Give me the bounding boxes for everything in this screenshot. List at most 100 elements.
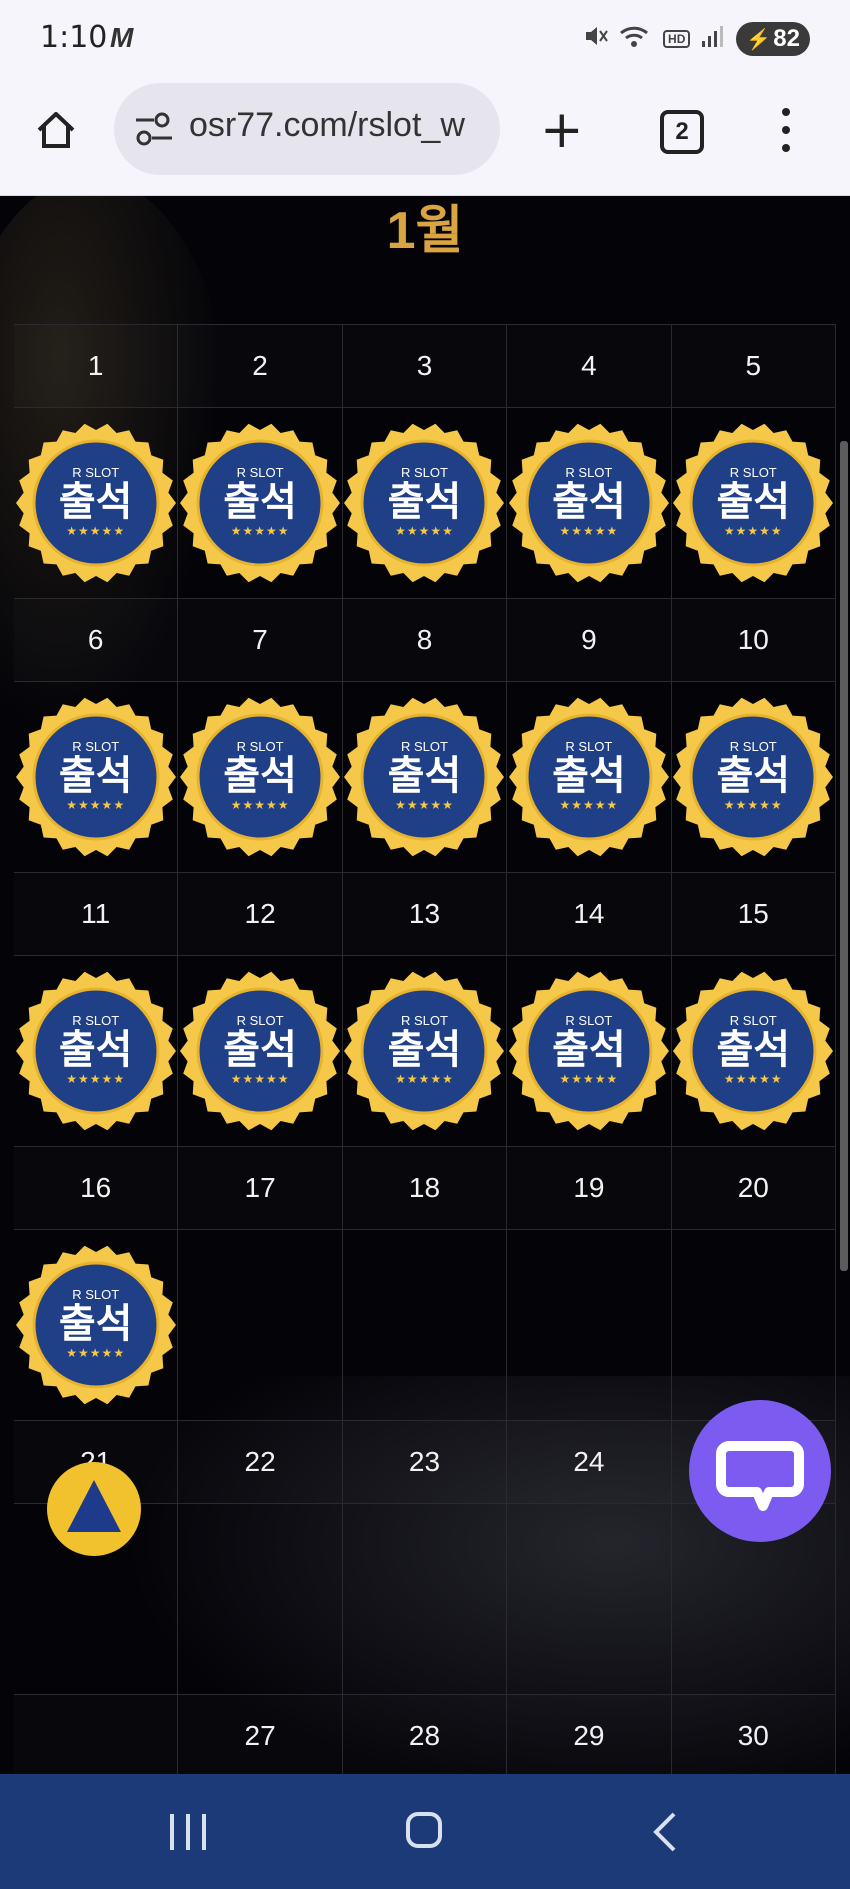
day-stamp-slot: R SLOT 출석 ★★★★★ (14, 681, 179, 872)
attendance-stamp-badge: R SLOT 출석 ★★★★★ (15, 970, 177, 1132)
badge-brand: R SLOT (401, 464, 448, 480)
week-day-row: 6 7 8 9 10 (14, 598, 836, 681)
badge-title: 출석 (552, 478, 626, 525)
badge-brand: R SLOT (401, 738, 448, 754)
badge-title: 출석 (58, 1300, 133, 1347)
day-stamp-slot (507, 1503, 672, 1694)
badge-stars: ★★★★★ (66, 797, 126, 812)
live-chat-button[interactable] (689, 1400, 831, 1542)
url-text[interactable]: osr77.com/rslot_w (189, 106, 465, 145)
home-icon[interactable] (34, 108, 78, 152)
battery-level: 82 (773, 25, 800, 52)
badge-stars: ★★★★★ (230, 797, 290, 812)
status-time: 1:10 (40, 20, 108, 55)
day-stamp-slot: R SLOT 출석 ★★★★★ (14, 407, 179, 598)
day-stamp-slot: R SLOT 출석 ★★★★★ (14, 1229, 179, 1420)
day-number: 12 (178, 872, 343, 955)
attendance-stamp-badge: R SLOT 출석 ★★★★★ (15, 1244, 177, 1406)
site-settings-icon[interactable] (134, 111, 174, 147)
day-stamp-slot: R SLOT 출석 ★★★★★ (342, 955, 508, 1146)
day-stamp-slot: R SLOT 출석 ★★★★★ (671, 955, 836, 1146)
day-stamp-slot (507, 1229, 672, 1420)
day-number: 11 (14, 872, 179, 955)
badge-brand: R SLOT (72, 1286, 120, 1302)
address-bar[interactable]: osr77.com/rslot_w (114, 83, 500, 175)
badge-stars: ★★★★★ (230, 1071, 290, 1086)
attendance-stamp-badge: R SLOT 출석 ★★★★★ (15, 696, 177, 858)
badge-brand: R SLOT (565, 738, 613, 754)
system-navigation-bar (0, 1774, 850, 1889)
badge-brand: R SLOT (72, 1012, 120, 1028)
day-stamp-slot: R SLOT 출석 ★★★★★ (507, 407, 672, 598)
attendance-stamp-badge: R SLOT 출석 ★★★★★ (343, 696, 505, 858)
day-number: 23 (342, 1420, 508, 1503)
week-stamp-row: R SLOT 출석 ★★★★★ (14, 1229, 836, 1420)
attendance-stamp-badge: R SLOT 출석 ★★★★★ (672, 970, 834, 1132)
badge-title: 출석 (58, 1026, 133, 1073)
day-number: 20 (671, 1146, 836, 1229)
badge-brand: R SLOT (729, 1012, 777, 1028)
day-stamp-slot: R SLOT 출석 ★★★★★ (507, 955, 672, 1146)
badge-stars: ★★★★★ (230, 523, 290, 538)
badge-brand: R SLOT (72, 464, 120, 480)
attendance-stamp-badge: R SLOT 출석 ★★★★★ (508, 970, 670, 1132)
badge-stars: ★★★★★ (559, 1071, 619, 1086)
badge-title: 출석 (223, 478, 297, 525)
attendance-stamp-badge: R SLOT 출석 ★★★★★ (343, 970, 505, 1132)
badge-title: 출석 (58, 752, 133, 799)
attendance-stamp-badge: R SLOT 출석 ★★★★★ (15, 422, 177, 584)
day-number: 30 (671, 1694, 836, 1774)
badge-brand: R SLOT (236, 464, 284, 480)
badge-brand: R SLOT (401, 1012, 448, 1028)
status-bar: 1:10 M HD ⚡ 82 (0, 0, 850, 80)
scrollbar[interactable] (840, 441, 848, 1271)
day-stamp-slot: R SLOT 출석 ★★★★★ (507, 681, 672, 872)
badge-brand: R SLOT (565, 1012, 613, 1028)
day-number: 19 (507, 1146, 672, 1229)
new-tab-icon[interactable]: + (540, 104, 584, 156)
badge-title: 출석 (716, 1026, 791, 1073)
attendance-stamp-badge: R SLOT 출석 ★★★★★ (672, 696, 834, 858)
badge-stars: ★★★★★ (723, 797, 783, 812)
back-icon[interactable] (650, 1810, 680, 1854)
badge-title: 출석 (58, 478, 133, 525)
week-stamp-row: R SLOT 출석 ★★★★★ R SLOT 출석 ★★★★★ R SLOT 출석 ★★★★★ R… (14, 955, 836, 1146)
day-number: 28 (342, 1694, 508, 1774)
day-number: 1 (14, 324, 179, 407)
chat-bubble-icon (716, 1441, 804, 1511)
badge-brand: R SLOT (72, 738, 120, 754)
mute-icon (583, 23, 609, 55)
system-home-icon[interactable] (406, 1812, 442, 1848)
badge-title: 출석 (223, 1026, 297, 1073)
battery-indicator: ⚡ 82 (736, 22, 810, 56)
day-number: 16 (14, 1146, 179, 1229)
day-number: 10 (671, 598, 836, 681)
more-menu-icon[interactable] (780, 108, 792, 152)
day-stamp-slot (178, 1229, 343, 1420)
browser-toolbar: osr77.com/rslot_w + 2 (0, 80, 850, 196)
day-stamp-slot: R SLOT 출석 ★★★★★ (342, 681, 508, 872)
status-icons: HD ⚡ 82 (583, 22, 810, 56)
day-stamp-slot (342, 1503, 508, 1694)
badge-title: 출석 (387, 1026, 462, 1073)
scroll-to-top-button[interactable] (47, 1462, 141, 1556)
day-stamp-slot: R SLOT 출석 ★★★★★ (178, 407, 343, 598)
attendance-stamp-badge: R SLOT 출석 ★★★★★ (508, 422, 670, 584)
attendance-stamp-badge: R SLOT 출석 ★★★★★ (179, 970, 341, 1132)
signal-icon (700, 23, 726, 55)
attendance-stamp-badge: R SLOT 출석 ★★★★★ (672, 422, 834, 584)
day-number: 9 (507, 598, 672, 681)
badge-brand: R SLOT (729, 738, 777, 754)
day-stamp-slot: R SLOT 출석 ★★★★★ (14, 955, 179, 1146)
day-number: 27 (178, 1694, 343, 1774)
badge-stars: ★★★★★ (723, 523, 783, 538)
badge-stars: ★★★★★ (559, 523, 619, 538)
day-stamp-slot: R SLOT 출석 ★★★★★ (178, 681, 343, 872)
week-day-row: 27 28 29 30 (14, 1694, 836, 1774)
day-number: 2 (178, 324, 343, 407)
recent-apps-icon[interactable] (170, 1814, 206, 1850)
badge-stars: ★★★★★ (559, 797, 619, 812)
tab-switcher-button[interactable]: 2 (660, 110, 704, 154)
badge-stars: ★★★★★ (66, 1345, 126, 1360)
day-stamp-slot: R SLOT 출석 ★★★★★ (671, 407, 836, 598)
